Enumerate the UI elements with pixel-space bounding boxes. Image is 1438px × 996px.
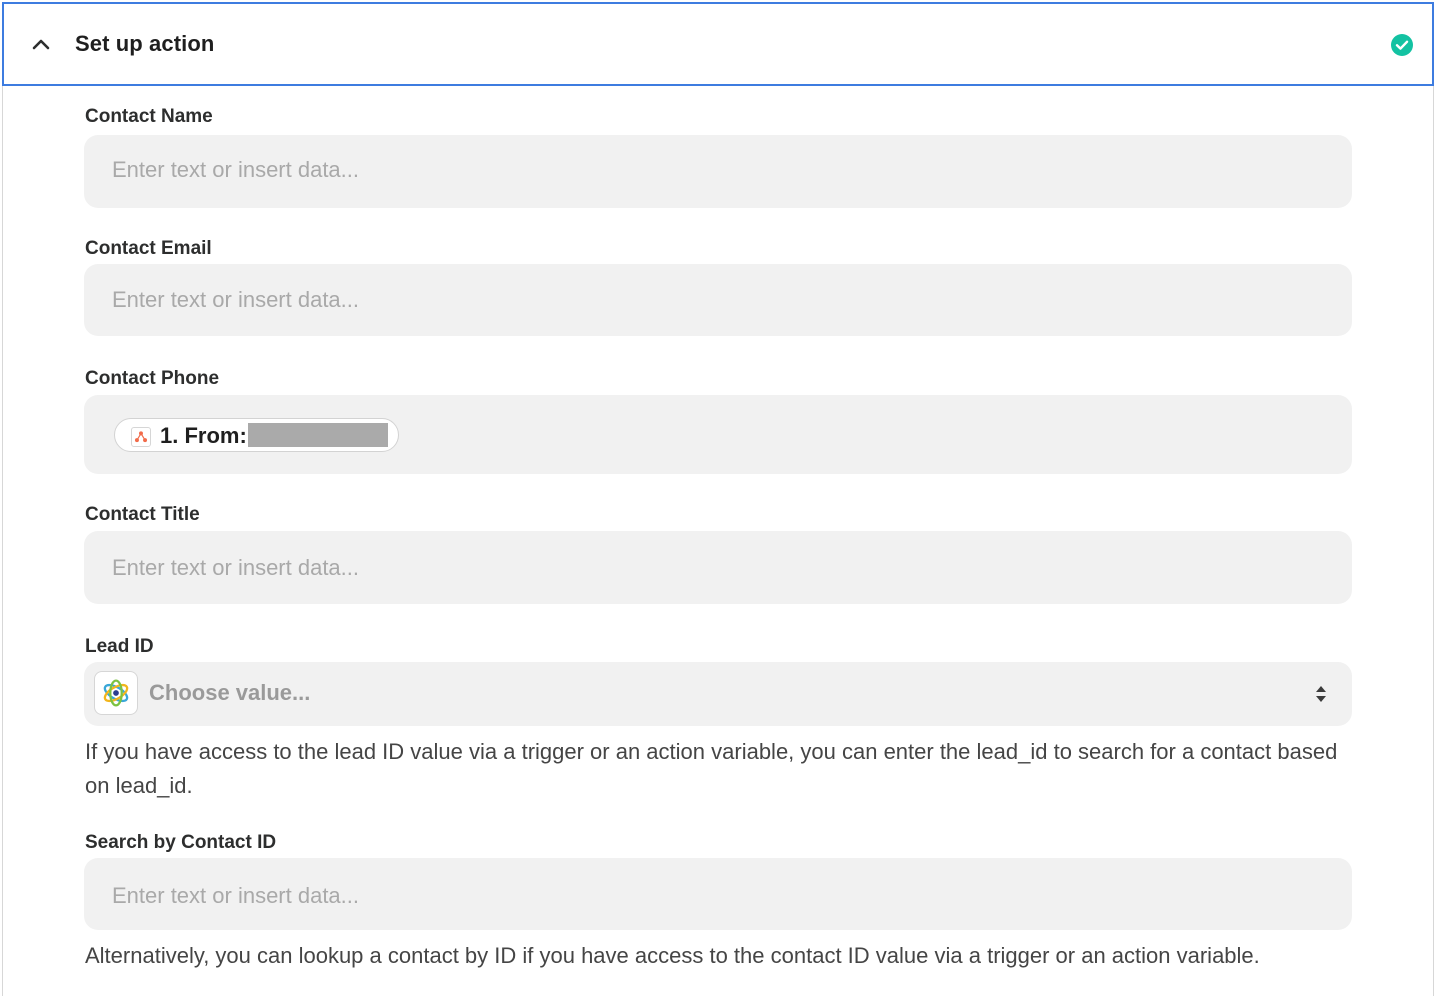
chevron-up-icon[interactable]: [30, 34, 52, 56]
contact-name-label: Contact Name: [85, 106, 213, 127]
contact-title-placeholder: Enter text or insert data...: [112, 555, 360, 580]
contact-email-field[interactable]: Enter text or insert data...: [84, 264, 1352, 336]
contact-name-placeholder: Enter text or insert data...: [112, 157, 360, 182]
lead-id-label: Lead ID: [85, 636, 154, 657]
search-contact-id-field[interactable]: Enter text or insert data...: [84, 858, 1352, 930]
contact-phone-label: Contact Phone: [85, 368, 220, 389]
lead-id-help-text: If you have access to the lead ID value …: [85, 739, 1338, 798]
app-logo-icon: [94, 671, 138, 715]
redacted-value: [248, 423, 388, 447]
search-contact-id-label: Search by Contact ID: [85, 832, 277, 853]
contact-phone-token[interactable]: 1. From:: [114, 418, 399, 452]
contact-phone-field[interactable]: 1. From:: [84, 395, 1352, 474]
contact-title-label: Contact Title: [85, 504, 200, 525]
check-circle-icon: [1391, 34, 1413, 56]
contact-email-placeholder: Enter text or insert data...: [112, 287, 360, 312]
contact-title-field[interactable]: Enter text or insert data...: [84, 531, 1352, 604]
search-contact-id-placeholder: Enter text or insert data...: [112, 883, 360, 908]
search-contact-id-help-text: Alternatively, you can lookup a contact …: [85, 943, 1260, 968]
setup-action-header[interactable]: Set up action: [2, 2, 1434, 86]
section-title: Set up action: [75, 31, 215, 56]
app-token-icon: [131, 427, 151, 447]
lead-id-select[interactable]: Choose value...: [84, 662, 1352, 726]
lead-id-placeholder: Choose value...: [149, 680, 311, 705]
token-label: 1. From:: [160, 423, 247, 448]
contact-name-field[interactable]: Enter text or insert data...: [84, 135, 1352, 208]
updown-arrows-icon: [1316, 686, 1326, 702]
contact-email-label: Contact Email: [85, 238, 212, 259]
